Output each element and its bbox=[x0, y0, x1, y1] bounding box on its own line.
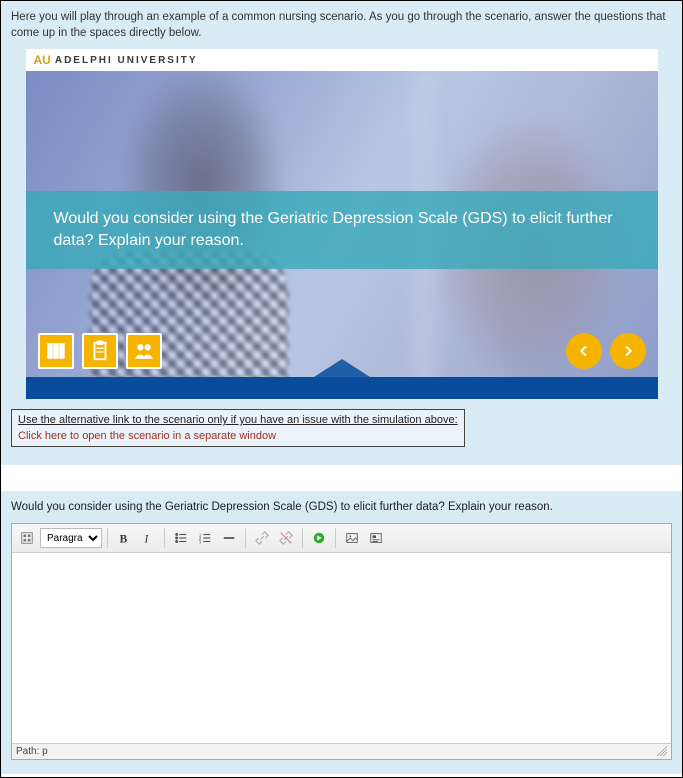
image-button[interactable] bbox=[341, 527, 363, 549]
embed-button[interactable] bbox=[365, 527, 387, 549]
scenario-player: AU ADELPHI UNIVERSITY Would you consider… bbox=[26, 49, 658, 399]
intro-section: Here you will play through an example of… bbox=[1, 1, 682, 465]
scenario-question-overlay: Would you consider using the Geriatric D… bbox=[26, 191, 658, 269]
alt-link-title: Use the alternative link to the scenario… bbox=[18, 414, 458, 426]
prev-button[interactable] bbox=[566, 333, 602, 369]
unlink-button[interactable] bbox=[275, 527, 297, 549]
answer-prompt: Would you consider using the Geriatric D… bbox=[11, 501, 672, 513]
editor-body[interactable] bbox=[12, 553, 671, 743]
people-icon[interactable] bbox=[126, 333, 162, 369]
alternative-link-box: Use the alternative link to the scenario… bbox=[11, 409, 465, 447]
brand-name: ADELPHI UNIVERSITY bbox=[55, 55, 198, 66]
scenario-bottom-bar bbox=[26, 377, 658, 399]
answer-section: Would you consider using the Geriatric D… bbox=[1, 491, 682, 774]
brand-bar: AU ADELPHI UNIVERSITY bbox=[26, 49, 658, 71]
hr-button[interactable] bbox=[218, 527, 240, 549]
toolbar-toggle-button[interactable] bbox=[16, 527, 38, 549]
editor-path: Path: p bbox=[16, 746, 48, 757]
scenario-question-text: Would you consider using the Geriatric D… bbox=[54, 208, 630, 253]
brand-mark: AU bbox=[34, 53, 51, 67]
intro-text: Here you will play through an example of… bbox=[11, 9, 672, 41]
format-select[interactable]: Paragraph bbox=[40, 528, 102, 548]
alt-scenario-link[interactable]: Click here to open the scenario in a sep… bbox=[18, 430, 276, 442]
scenario-video-area[interactable]: Would you consider using the Geriatric D… bbox=[26, 71, 658, 399]
next-button[interactable] bbox=[610, 333, 646, 369]
scenario-resource-icons bbox=[38, 333, 162, 369]
editor-footer: Path: p bbox=[12, 743, 671, 759]
link-button[interactable] bbox=[251, 527, 273, 549]
rich-text-editor: Paragraph B I 123 bbox=[11, 523, 672, 760]
brand-logo: AU ADELPHI UNIVERSITY bbox=[34, 53, 198, 67]
bold-button[interactable]: B bbox=[113, 527, 135, 549]
scenario-player-wrapper: AU ADELPHI UNIVERSITY Would you consider… bbox=[26, 49, 658, 399]
svg-text:3: 3 bbox=[199, 539, 202, 544]
media-button[interactable] bbox=[308, 527, 330, 549]
italic-button[interactable]: I bbox=[137, 527, 159, 549]
clipboard-icon[interactable] bbox=[82, 333, 118, 369]
scenario-nav bbox=[566, 333, 646, 369]
svg-text:I: I bbox=[144, 534, 150, 546]
svg-text:B: B bbox=[120, 534, 128, 546]
editor-resize-handle[interactable] bbox=[657, 746, 667, 756]
unordered-list-button[interactable] bbox=[170, 527, 192, 549]
section-spacer bbox=[1, 465, 682, 491]
editor-toolbar: Paragraph B I 123 bbox=[12, 524, 671, 553]
books-icon[interactable] bbox=[38, 333, 74, 369]
ordered-list-button[interactable]: 123 bbox=[194, 527, 216, 549]
